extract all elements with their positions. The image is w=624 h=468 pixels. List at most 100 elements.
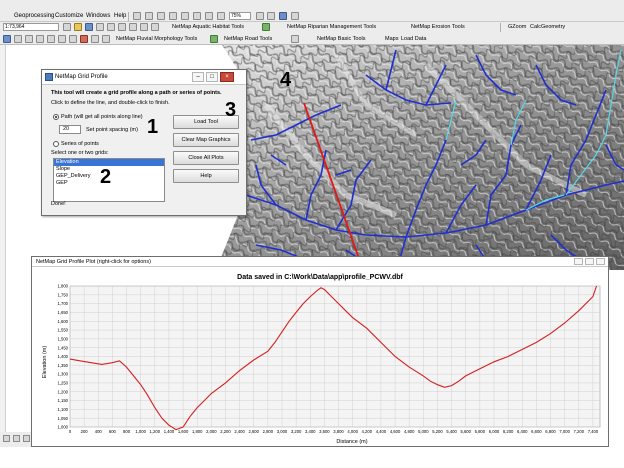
menu-help[interactable]: Help	[114, 13, 126, 19]
save-icon[interactable]	[85, 23, 93, 31]
erosion-toolbar[interactable]: NetMap Erosion Tools	[411, 24, 465, 30]
x-tick-label: 3,600	[319, 429, 330, 434]
profile-plot-window[interactable]: NetMap Grid Profile Plot (right-click fo…	[31, 256, 609, 447]
aquatic-tool-icon[interactable]	[262, 23, 270, 31]
html-popup-icon[interactable]	[205, 12, 213, 20]
search-icon[interactable]	[69, 35, 77, 43]
maximize-icon[interactable]	[585, 258, 594, 265]
menu-bar: Geoprocessing Customize Windows Help 75%	[0, 0, 624, 22]
riparian-toolbar[interactable]: NetMap Riparian Management Tools	[287, 24, 376, 30]
maps-menu[interactable]: Maps	[385, 36, 398, 42]
plot-title-bar[interactable]: NetMap Grid Profile Plot (right-click fo…	[32, 257, 608, 267]
open-folder-icon[interactable]	[74, 23, 82, 31]
x-tick-label: 1,600	[178, 429, 189, 434]
x-tick-label: 4,600	[390, 429, 401, 434]
y-tick-label: 1,650	[58, 310, 69, 315]
globe-icon[interactable]	[3, 35, 11, 43]
road-tool-icon[interactable]	[291, 35, 299, 43]
y-tick-label: 1,350	[58, 363, 69, 368]
x-tick-label: 3,000	[277, 429, 288, 434]
points-option-label: Series of points	[61, 141, 99, 147]
minimize-icon[interactable]: –	[192, 72, 204, 82]
fluvial-morphology-toolbar[interactable]: NetMap Fluvial Morphology Tools	[116, 36, 197, 42]
pan-icon[interactable]	[181, 12, 189, 20]
x-axis-label: Distance (m)	[336, 439, 367, 445]
paste-icon[interactable]	[129, 23, 137, 31]
pause-drawing-icon[interactable]	[23, 435, 30, 442]
road-toolbar[interactable]: NetMap Road Tools	[224, 36, 272, 42]
copy-icon[interactable]	[118, 23, 126, 31]
scale-dropdown[interactable]: 1:73,964	[3, 23, 59, 31]
y-tick-label: 1,450	[58, 345, 69, 350]
help-button[interactable]: Help	[173, 169, 239, 183]
clear-map-graphics-button[interactable]: Clear Map Graphics	[173, 133, 239, 147]
y-axis-label: Elevation (m)	[42, 346, 48, 379]
plot-window-controls	[572, 258, 605, 267]
x-tick-label: 6,800	[545, 429, 556, 434]
dialog-title-bar[interactable]: NetMap Grid Profile – □ ×	[42, 70, 246, 85]
full-extent-icon[interactable]	[279, 12, 287, 20]
annotation-3: 3	[225, 99, 237, 121]
modelbuilder-icon[interactable]	[102, 35, 110, 43]
menu-windows[interactable]: Windows	[86, 13, 110, 19]
measure-icon[interactable]	[157, 12, 165, 20]
minimize-icon[interactable]	[574, 258, 583, 265]
path-radio[interactable]	[53, 114, 59, 120]
close-icon[interactable]	[596, 258, 605, 265]
identify-icon[interactable]	[145, 12, 153, 20]
gzoom-tool[interactable]: GZoom	[508, 24, 526, 30]
calcgeometry-tool[interactable]: CalcGeometry	[530, 24, 565, 30]
plot-window-title: NetMap Grid Profile Plot (right-click fo…	[36, 259, 151, 265]
grids-label: Select one or two grids:	[51, 150, 109, 156]
y-tick-label: 1,400	[58, 354, 69, 359]
point-spacing-input[interactable]: 20	[59, 125, 81, 134]
hyperlink-icon[interactable]	[193, 12, 201, 20]
y-tick-label: 1,050	[58, 416, 69, 421]
catalog-icon[interactable]	[47, 35, 55, 43]
find-icon[interactable]	[169, 12, 177, 20]
refresh-icon[interactable]	[3, 435, 10, 442]
x-tick-label: 5,200	[432, 429, 443, 434]
layout-pan-icon[interactable]	[267, 12, 275, 20]
time-slider-icon[interactable]	[217, 12, 225, 20]
grid-option-elevation[interactable]: Elevation	[54, 159, 164, 166]
menu-customize[interactable]: Customize	[55, 13, 83, 19]
fluvial-tool-icon[interactable]	[210, 35, 218, 43]
cut-icon[interactable]	[107, 23, 115, 31]
toolbox-icon[interactable]	[80, 35, 88, 43]
new-map-icon[interactable]	[63, 23, 71, 31]
x-tick-label: 5,000	[418, 429, 429, 434]
zoom-dropdown[interactable]: 75%	[229, 12, 251, 20]
point-spacing-label: Set point spacing (m)	[86, 127, 138, 133]
close-all-plots-button[interactable]: Close All Plots	[173, 151, 239, 165]
x-tick-label: 4,200	[362, 429, 373, 434]
draft-mode-icon[interactable]	[291, 12, 299, 20]
binoculars-icon[interactable]	[58, 35, 66, 43]
edit-icon[interactable]	[14, 35, 22, 43]
maximize-icon[interactable]: □	[206, 72, 218, 82]
layer-icon[interactable]	[36, 35, 44, 43]
select-tool-icon[interactable]	[133, 12, 141, 20]
basic-toolbar[interactable]: NetMap Basic Tools	[317, 36, 366, 42]
x-tick-label: 1,000	[135, 429, 146, 434]
x-tick-label: 600	[109, 429, 117, 434]
python-icon[interactable]	[91, 35, 99, 43]
aquatic-habitat-toolbar[interactable]: NetMap Aquatic Habitat Tools	[172, 24, 244, 30]
layout-view-icon[interactable]	[13, 435, 20, 442]
undo-icon[interactable]	[151, 23, 159, 31]
delete-icon[interactable]	[140, 23, 148, 31]
points-radio[interactable]	[53, 141, 59, 147]
layout-zoom-icon[interactable]	[256, 12, 264, 20]
load-data-menu[interactable]: Load Data	[401, 36, 426, 42]
x-tick-label: 5,600	[460, 429, 471, 434]
status-bar	[0, 432, 31, 447]
table-icon[interactable]	[25, 35, 33, 43]
dialog-title: NetMap Grid Profile	[55, 74, 108, 80]
x-tick-label: 2,200	[220, 429, 231, 434]
y-tick-label: 1,150	[58, 398, 69, 403]
x-tick-label: 1,400	[164, 429, 175, 434]
menu-geoprocessing[interactable]: Geoprocessing	[14, 13, 54, 19]
close-icon[interactable]: ×	[220, 72, 234, 82]
x-tick-label: 6,200	[503, 429, 514, 434]
print-icon[interactable]	[96, 23, 104, 31]
